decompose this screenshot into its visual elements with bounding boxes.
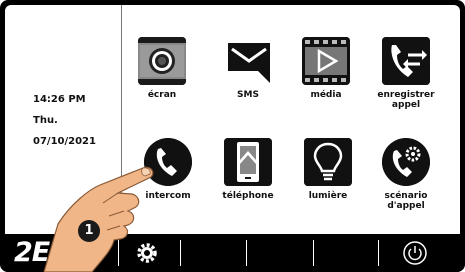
app-media-label: média — [310, 90, 342, 100]
record-call-label-line2: appel — [391, 100, 421, 110]
step-marker: 1 — [78, 220, 100, 242]
video-play-icon — [302, 37, 350, 85]
toolbar-separator — [246, 240, 247, 266]
lightbulb-icon — [304, 138, 352, 186]
bottom-toolbar: 2EAS — [0, 234, 465, 272]
app-call-scenario-label: scénario d'appel — [366, 191, 446, 211]
touch-screen: 14:26 PM Thu. 07/10/2021 écran SMS média… — [5, 5, 460, 234]
phone-icon — [144, 138, 192, 186]
app-screen-label: écran — [147, 90, 177, 100]
phone-settings-icon — [382, 138, 430, 186]
clock-date: 07/10/2021 — [33, 136, 96, 147]
app-record-call[interactable]: enregistrer appel — [366, 37, 446, 110]
record-call-label-line1: enregistrer — [377, 90, 435, 100]
app-media[interactable]: média — [286, 37, 366, 100]
smartphone-icon — [224, 138, 272, 186]
app-light-label: lumière — [308, 191, 348, 201]
app-sms-label: SMS — [237, 90, 259, 100]
app-light[interactable]: lumière — [288, 138, 368, 201]
toolbar-separator — [313, 240, 314, 266]
app-intercom-label: intercom — [145, 191, 191, 201]
intercom-device: 14:26 PM Thu. 07/10/2021 écran SMS média… — [0, 0, 465, 272]
app-sms[interactable]: SMS — [208, 37, 288, 100]
camera-icon — [138, 37, 186, 85]
call-scenario-label-line2: d'appel — [387, 201, 425, 211]
app-call-scenario[interactable]: scénario d'appel — [366, 138, 446, 211]
message-icon — [224, 37, 272, 85]
app-phone-label: téléphone — [222, 191, 274, 201]
toolbar-separator — [378, 240, 379, 266]
brand-logo: 2EAS — [14, 237, 89, 268]
app-phone[interactable]: téléphone — [208, 138, 288, 201]
app-record-call-label: enregistrer appel — [366, 90, 446, 110]
toolbar-separator — [180, 240, 181, 266]
app-grid: écran SMS média enregistrer appel interc… — [122, 5, 460, 234]
power-icon[interactable] — [402, 240, 428, 266]
clock-day: Thu. — [33, 115, 58, 126]
app-intercom[interactable]: intercom — [128, 138, 208, 201]
toolbar-separator — [118, 240, 119, 266]
phone-transfer-icon — [382, 37, 430, 85]
gear-icon[interactable] — [136, 242, 158, 264]
app-screen[interactable]: écran — [122, 37, 202, 100]
call-scenario-label-line1: scénario — [384, 191, 428, 201]
clock-time: 14:26 PM — [33, 94, 86, 105]
